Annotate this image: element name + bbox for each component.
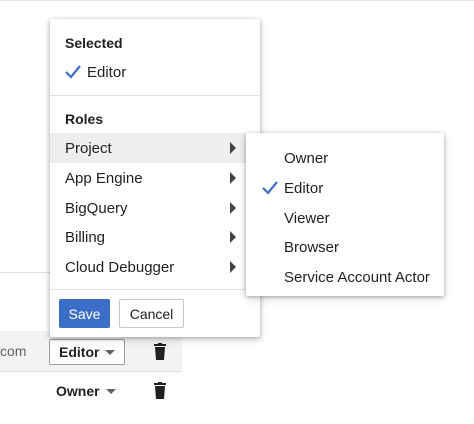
chevron-right-icon [230,231,236,243]
submenu-item-label: Browser [284,238,340,256]
menu-item-app-engine[interactable]: App Engine [50,163,260,193]
selected-heading: Selected [65,35,123,51]
submenu-item-label: Service Account Actor [284,268,430,286]
member-email: com [0,343,27,359]
role-dropdown[interactable]: Editor [49,339,126,365]
menu-item-project[interactable]: Project [50,133,260,163]
top-border [0,0,474,1]
role-menu: Selected Editor Roles Project App Engine… [50,19,260,337]
selected-item[interactable]: Editor [50,57,260,87]
submenu-item-service-account-actor[interactable]: Service Account Actor [246,262,444,292]
role-dropdown[interactable]: Owner [46,378,126,404]
selected-item-label: Editor [87,63,127,81]
menu-item-label: Billing [65,228,106,246]
menu-item-cloud-debugger[interactable]: Cloud Debugger [50,252,260,282]
save-button[interactable]: Save [59,299,110,328]
chevron-down-icon [105,349,116,355]
chevron-right-icon [230,202,236,214]
delete-icon[interactable] [152,382,168,400]
chevron-down-icon [105,388,116,394]
menu-item-bigquery[interactable]: BigQuery [50,193,260,223]
role-dropdown-value: Editor [59,344,100,360]
roles-heading: Roles [65,111,104,127]
project-roles-submenu: Owner Editor Viewer Browser Service Acco… [246,133,444,296]
role-dropdown-value: Owner [56,383,100,399]
menu-divider [50,289,260,290]
menu-divider [50,95,260,96]
chevron-right-icon [230,172,236,184]
submenu-item-browser[interactable]: Browser [246,232,444,262]
delete-icon[interactable] [152,343,168,361]
submenu-item-label: Owner [284,149,329,167]
menu-item-billing[interactable]: Billing [50,222,260,252]
chevron-right-icon [230,142,236,154]
checkmark-icon [65,65,81,79]
checkmark-icon [262,181,278,195]
menu-item-label: Cloud Debugger [65,258,175,276]
chevron-right-icon [230,261,236,273]
menu-item-label: App Engine [65,169,143,187]
submenu-item-editor[interactable]: Editor [246,173,444,203]
cancel-button[interactable]: Cancel [119,299,184,328]
menu-item-label: Project [65,139,112,157]
submenu-item-owner[interactable]: Owner [246,143,444,173]
menu-item-label: BigQuery [65,199,128,217]
submenu-item-label: Viewer [284,209,330,227]
submenu-item-label: Editor [284,179,324,197]
submenu-item-viewer[interactable]: Viewer [246,203,444,233]
